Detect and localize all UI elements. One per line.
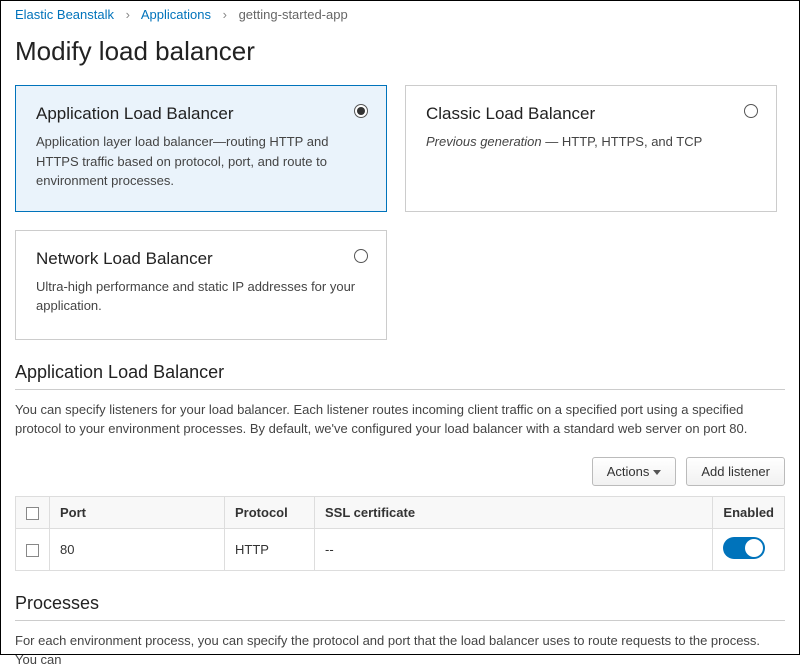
select-all-checkbox[interactable]	[26, 507, 39, 520]
breadcrumb-link-service[interactable]: Elastic Beanstalk	[15, 7, 114, 22]
card-classic-lb[interactable]: Classic Load Balancer Previous generatio…	[405, 85, 777, 212]
header-checkbox-cell	[16, 496, 50, 528]
section-desc: You can specify listeners for your load …	[15, 400, 785, 439]
caret-down-icon	[653, 470, 661, 475]
card-desc: Application layer load balancer—routing …	[36, 132, 366, 191]
listeners-table: Port Protocol SSL certificate Enabled 80…	[15, 496, 785, 571]
breadcrumb-current: getting-started-app	[239, 7, 348, 22]
col-protocol: Protocol	[225, 496, 315, 528]
card-title: Network Load Balancer	[36, 249, 366, 269]
section-desc: For each environment process, you can sp…	[15, 631, 785, 670]
section-heading: Processes	[15, 593, 785, 621]
actions-dropdown-button[interactable]: Actions	[592, 457, 677, 486]
col-enabled: Enabled	[713, 496, 785, 528]
radio-icon[interactable]	[744, 104, 758, 118]
listeners-action-row: Actions Add listener	[1, 439, 799, 496]
lb-type-cards: Application Load Balancer Application la…	[1, 85, 799, 340]
col-ssl: SSL certificate	[315, 496, 713, 528]
cell-protocol: HTTP	[225, 528, 315, 570]
breadcrumb: Elastic Beanstalk › Applications › getti…	[1, 1, 799, 22]
row-checkbox[interactable]	[26, 544, 39, 557]
card-desc: Previous generation — HTTP, HTTPS, and T…	[426, 132, 756, 152]
card-application-lb[interactable]: Application Load Balancer Application la…	[15, 85, 387, 212]
page-title: Modify load balancer	[1, 22, 799, 85]
card-title: Application Load Balancer	[36, 104, 366, 124]
card-desc: Ultra-high performance and static IP add…	[36, 277, 366, 316]
cell-ssl: --	[315, 528, 713, 570]
enabled-toggle[interactable]	[723, 537, 765, 559]
chevron-right-icon: ›	[118, 7, 138, 22]
table-row: 80 HTTP --	[16, 528, 785, 570]
section-heading: Application Load Balancer	[15, 362, 785, 390]
card-network-lb[interactable]: Network Load Balancer Ultra-high perform…	[15, 230, 387, 340]
add-listener-button[interactable]: Add listener	[686, 457, 785, 486]
radio-icon[interactable]	[354, 249, 368, 263]
cell-port: 80	[50, 528, 225, 570]
card-title: Classic Load Balancer	[426, 104, 756, 124]
listeners-section: Application Load Balancer You can specif…	[1, 340, 799, 439]
chevron-right-icon: ›	[215, 7, 235, 22]
col-port: Port	[50, 496, 225, 528]
breadcrumb-link-applications[interactable]: Applications	[141, 7, 211, 22]
radio-icon[interactable]	[354, 104, 368, 118]
